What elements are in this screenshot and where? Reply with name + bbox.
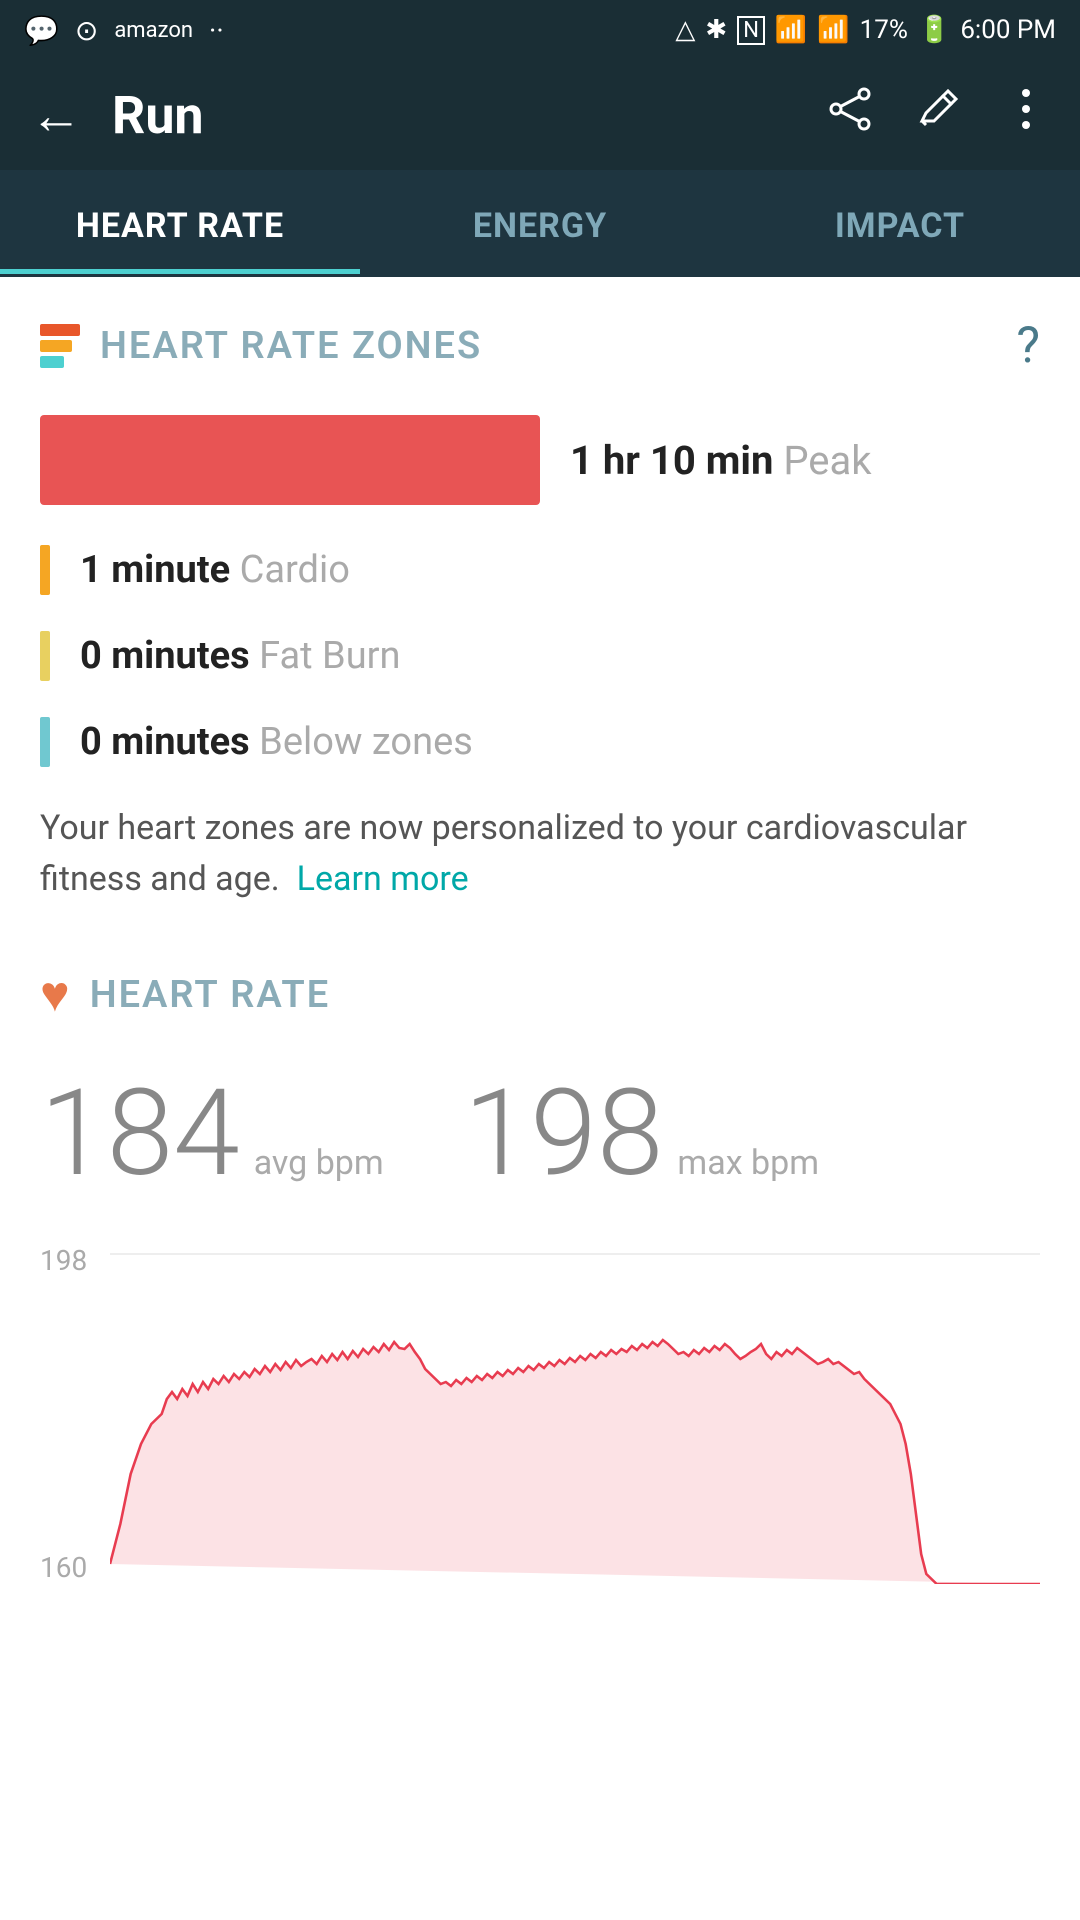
heart-rate-chart: 198 160 — [40, 1244, 1040, 1584]
page-title: Run — [112, 85, 826, 146]
avg-bpm-label: avg bpm — [254, 1143, 384, 1183]
zones-section-header: HEART RATE ZONES ? — [40, 317, 1040, 375]
fatburn-indicator — [40, 631, 50, 681]
max-bpm-label: max bpm — [677, 1143, 819, 1183]
hr-section-title: HEART RATE — [90, 973, 331, 1017]
max-bpm-value: 198 — [464, 1064, 664, 1204]
battery-icon: 🔋 — [918, 15, 950, 45]
zones-list: 1 minute Cardio 0 minutes Fat Burn 0 min… — [40, 545, 1040, 767]
tab-bar: HEART RATE ENERGY IMPACT — [0, 170, 1080, 277]
dots-icon: ·· — [209, 14, 224, 47]
status-right-icons: △ ✱ N 📶 📶 17% 🔋 6:00 PM — [675, 15, 1056, 45]
max-bpm-item: 198 max bpm — [464, 1064, 819, 1204]
clock-icon: ⊙ — [75, 14, 98, 47]
zone-info-text: Your heart zones are now personalized to… — [40, 803, 1040, 905]
zone-below-row: 0 minutes Below zones — [40, 717, 1040, 767]
chart-y-min: 160 — [40, 1551, 87, 1584]
hr-section-header: ♥ HEART RATE — [40, 965, 1040, 1024]
time-display: 6:00 PM — [960, 15, 1056, 45]
zones-icon — [40, 324, 80, 368]
bluetooth-icon: ✱ — [705, 15, 727, 45]
status-bar: 💬 ⊙ amazon ·· △ ✱ N 📶 📶 17% 🔋 6:00 PM — [0, 0, 1080, 60]
nav-bar: ← Run — [0, 60, 1080, 170]
signal-icon: △ — [675, 15, 695, 45]
bpm-stats: 184 avg bpm 198 max bpm — [40, 1064, 1040, 1204]
peak-bar-visual — [40, 415, 540, 505]
below-indicator — [40, 717, 50, 767]
chart-y-max: 198 — [40, 1244, 87, 1277]
avg-bpm-item: 184 avg bpm — [40, 1064, 384, 1204]
cardio-text: 1 minute Cardio — [80, 548, 350, 592]
avg-bpm-value: 184 — [40, 1064, 240, 1204]
heart-icon: ♥ — [40, 965, 70, 1024]
battery-text: 17% — [860, 15, 908, 45]
nav-action-icons — [826, 85, 1050, 145]
zones-section-title: HEART RATE ZONES — [100, 324, 482, 368]
below-text: 0 minutes Below zones — [80, 720, 473, 764]
tab-energy[interactable]: ENERGY — [360, 170, 720, 274]
peak-zone-row: 1 hr 10 min Peak — [40, 415, 1040, 505]
more-button[interactable] — [1002, 85, 1050, 145]
nfc-icon: N — [737, 16, 765, 45]
heart-rate-section: ♥ HEART RATE 184 avg bpm 198 max bpm 198… — [40, 965, 1040, 1584]
peak-time-text: 1 hr 10 min Peak — [570, 437, 872, 484]
wifi-icon: 📶 — [775, 15, 807, 45]
help-button[interactable]: ? — [1016, 317, 1040, 375]
tab-impact[interactable]: IMPACT — [720, 170, 1080, 274]
learn-more-link[interactable]: Learn more — [297, 859, 469, 899]
message-icon: 💬 — [24, 14, 59, 47]
chart-svg — [110, 1244, 1040, 1584]
share-button[interactable] — [826, 85, 874, 145]
amazon-icon: amazon — [114, 18, 193, 43]
tab-heart-rate[interactable]: HEART RATE — [0, 170, 360, 274]
zone-cardio-row: 1 minute Cardio — [40, 545, 1040, 595]
main-content: HEART RATE ZONES ? 1 hr 10 min Peak 1 mi… — [0, 277, 1080, 1624]
zone-fatburn-row: 0 minutes Fat Burn — [40, 631, 1040, 681]
edit-button[interactable] — [914, 85, 962, 145]
signal-bars-icon: 📶 — [817, 15, 849, 45]
back-button[interactable]: ← — [30, 85, 82, 146]
status-left-icons: 💬 ⊙ amazon ·· — [24, 14, 224, 47]
fatburn-text: 0 minutes Fat Burn — [80, 634, 401, 678]
cardio-indicator — [40, 545, 50, 595]
